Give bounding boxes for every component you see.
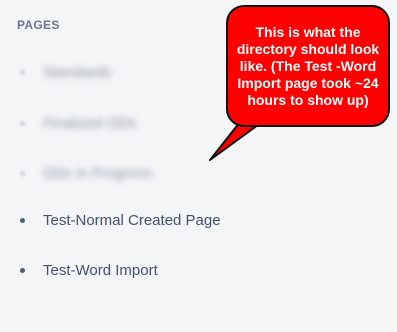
annotation-callout: This is what the directory should look l… [226, 5, 390, 127]
sidebar-item-label: Test-Word Import [43, 261, 158, 279]
sidebar-item-finalized-dds[interactable]: Finalized DDs [20, 111, 136, 135]
sidebar-item-label: Finalized DDs [43, 114, 137, 132]
bullet-icon [20, 170, 25, 176]
bullet-icon [20, 69, 25, 75]
sidebar-item-standards[interactable]: Standards [20, 60, 111, 84]
pages-section-title: PAGES [17, 18, 60, 32]
sidebar-item-label: DDs in Progress [43, 164, 153, 182]
bullet-icon [20, 217, 25, 223]
sidebar-item-dds-in-progress[interactable]: DDs in Progress [20, 161, 152, 185]
bullet-icon [20, 120, 25, 126]
bullet-icon [20, 267, 25, 273]
sidebar-item-label: Test-Normal Created Page [43, 211, 221, 229]
sidebar-item-test-normal-created-page[interactable]: Test-Normal Created Page [20, 208, 221, 232]
sidebar-item-label: Standards [43, 63, 112, 81]
callout-text: This is what the directory should look l… [236, 23, 380, 108]
sidebar-item-test-word-import[interactable]: Test-Word Import [20, 258, 158, 282]
